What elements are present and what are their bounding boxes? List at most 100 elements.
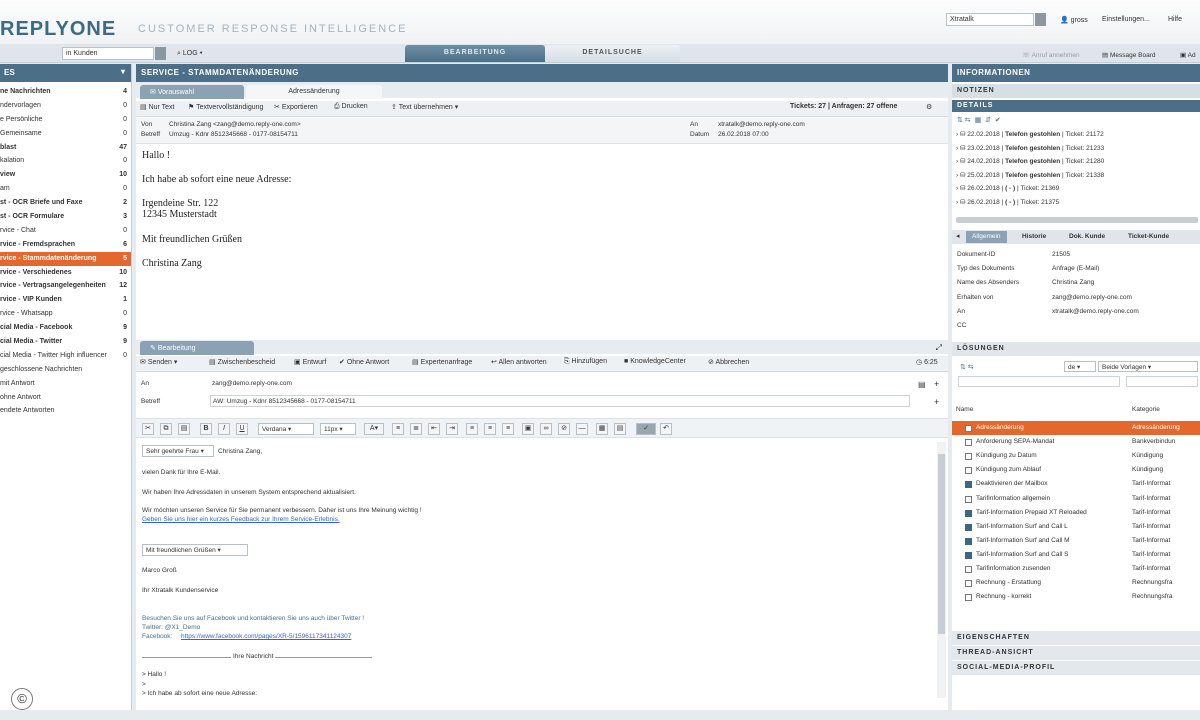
sidebar-item[interactable]: geschlossene Nachrichten bbox=[0, 363, 131, 377]
horizontal-scrollbar[interactable] bbox=[956, 217, 1198, 223]
take-text-button[interactable]: ⇪ Text übernehmen ▾ bbox=[391, 103, 458, 111]
sort-icon[interactable]: ⇵ bbox=[985, 117, 991, 124]
reply-to-field[interactable]: zang@demo.reply-one.com bbox=[210, 378, 910, 390]
indent-icon[interactable]: ⇥ bbox=[446, 423, 458, 435]
editor-scrollbar[interactable] bbox=[937, 442, 946, 698]
font-select[interactable]: Verdana ▾ bbox=[258, 423, 314, 435]
copy-icon[interactable]: ⧉ bbox=[160, 423, 172, 435]
solution-row[interactable]: Rechnung - korrekt Rechnungsfra bbox=[952, 590, 1200, 604]
sidebar-item[interactable]: st - OCR Briefe und Faxe 2 bbox=[0, 196, 131, 210]
sidebar-item[interactable]: mit Antwort bbox=[0, 377, 131, 391]
sidebar-item[interactable]: ne Nachrichten 4 bbox=[0, 85, 131, 99]
ticket-row[interactable]: › ⛁ 26.02.2018 | ( - ) | Ticket: 21369 bbox=[956, 184, 1059, 192]
print-button[interactable]: ⎙ Drucken bbox=[334, 103, 368, 111]
search-button[interactable] bbox=[1035, 13, 1046, 26]
solutions-filter-icon[interactable]: ⇅ ⇆ bbox=[960, 363, 974, 371]
insert-row-icon[interactable]: ▤ bbox=[614, 423, 626, 435]
sidebar-item[interactable]: blast 47 bbox=[0, 141, 131, 155]
size-select[interactable]: 11px ▾ bbox=[320, 423, 356, 435]
sidebar-item[interactable]: rvice - Chat 0 bbox=[0, 224, 131, 238]
solution-row[interactable]: Rechnung - Erstattung Rechnungsfra bbox=[952, 576, 1200, 590]
sidebar-item[interactable]: e Persönliche 0 bbox=[0, 113, 131, 127]
col-name[interactable]: Name bbox=[956, 406, 973, 413]
sidebar-item[interactable]: Gemeinsame 0 bbox=[0, 127, 131, 141]
sidebar-item[interactable]: endete Antworten bbox=[0, 404, 131, 418]
solution-row[interactable]: Deaktivieren der Mailbox Tarif-Informat bbox=[952, 477, 1200, 491]
calendar-icon[interactable]: ▦ bbox=[975, 117, 982, 124]
tab-vorauswahl[interactable]: ✉ Vorauswahl bbox=[140, 85, 244, 99]
sidebar-item[interactable]: am 0 bbox=[0, 182, 131, 196]
cut-icon[interactable]: ✂ bbox=[142, 423, 154, 435]
answer-call-link[interactable]: ☏ Anruf annehmen bbox=[1022, 51, 1080, 59]
solution-row[interactable]: Tarif-Information Surf and Call M Tarif-I… bbox=[952, 534, 1200, 548]
customer-search-input[interactable]: in Kunden bbox=[62, 47, 154, 60]
tab-adressaenderung[interactable]: Adressänderung bbox=[246, 85, 382, 99]
solution-row[interactable]: Tarifinformation zusenden Tarif-Informat bbox=[952, 562, 1200, 576]
sidebar-item[interactable]: view 10 bbox=[0, 168, 131, 182]
paste-icon[interactable]: ▤ bbox=[178, 423, 190, 435]
undo-icon[interactable]: ↶ bbox=[660, 423, 672, 435]
solution-row[interactable]: Tarif-Information Surf and Call L Tarif-I… bbox=[952, 520, 1200, 534]
help-link[interactable]: Hilfe bbox=[1168, 16, 1182, 23]
solution-row[interactable]: Kündigung zum Ablauf Kündigung bbox=[952, 463, 1200, 477]
knowledge-button[interactable]: ■ KnowledgeCenter bbox=[624, 358, 686, 365]
facebook-link[interactable]: https://www.facebook.com/pages/XR-5/1596… bbox=[181, 633, 351, 640]
settings-link[interactable]: Einstellungen... bbox=[1102, 16, 1150, 23]
align-right-icon[interactable]: ≡ bbox=[502, 423, 514, 435]
social-profile-section[interactable]: SOCIAL-MEDIA-PROFIL bbox=[952, 661, 1200, 675]
admin-link[interactable]: ▣ Ad bbox=[1180, 51, 1196, 59]
log-dropdown[interactable]: ⌕ LOG ▾ bbox=[177, 50, 203, 58]
chevron-down-icon[interactable]: ▾ bbox=[121, 67, 125, 76]
feedback-link[interactable]: Geben Sie uns hier ein kurzes Feedback z… bbox=[142, 516, 340, 523]
expert-button[interactable]: ▤ Expertenanfrage bbox=[412, 358, 472, 366]
sidebar-item[interactable]: rvice - Verschiedenes 10 bbox=[0, 266, 131, 280]
no-answer-button[interactable]: ✔ Ohne Antwort bbox=[339, 358, 389, 366]
sidebar-item[interactable]: cial Media - Twitter High influencer 0 bbox=[0, 349, 131, 363]
sidebar-item[interactable]: rvice - Stammdatenänderung 5 bbox=[0, 251, 131, 266]
hr-icon[interactable]: — bbox=[576, 423, 588, 435]
language-select[interactable]: de ▾ bbox=[1064, 361, 1096, 372]
tab-dok-kunde[interactable]: Dok. Kunde bbox=[1069, 233, 1105, 240]
subject-add-icon[interactable]: + bbox=[934, 397, 939, 407]
solution-row[interactable]: Anforderung SEPA-Mandat Bankverbindun bbox=[952, 435, 1200, 449]
name-filter-input[interactable] bbox=[958, 376, 1120, 387]
solution-row[interactable]: Tarif-Information Prepaid XT Reloaded Tar… bbox=[952, 506, 1200, 520]
text-color-icon[interactable]: A▾ bbox=[364, 423, 384, 435]
outdent-icon[interactable]: ⇤ bbox=[428, 423, 440, 435]
reply-all-button[interactable]: ↩ Allen antworten bbox=[491, 358, 547, 366]
bullet-list-icon[interactable]: ≣ bbox=[410, 423, 422, 435]
user-menu[interactable]: 👤 gross bbox=[1060, 16, 1088, 24]
text-complete-button[interactable]: ⚑ Textvervollständigung bbox=[188, 103, 263, 111]
ticket-row[interactable]: › ⛁ 24.02.2018 | Telefon gestohlen | Tic… bbox=[956, 157, 1104, 165]
tab-detailsuche[interactable]: DETAILSUCHE bbox=[545, 45, 680, 62]
align-left-icon[interactable]: ≡ bbox=[466, 423, 478, 435]
tab-bearbeitung-reply[interactable]: ✎ Bearbeitung bbox=[140, 341, 254, 355]
spellcheck-icon[interactable]: ✓ bbox=[636, 423, 656, 435]
sidebar-item[interactable]: rvice - Vertragsangelegenheiten 12 bbox=[0, 279, 131, 293]
attach-button[interactable]: ⎘ Hinzufügen bbox=[564, 358, 607, 366]
sidebar-item[interactable]: rvice - Whatsapp 0 bbox=[0, 307, 131, 321]
check-icon[interactable]: ✔ bbox=[995, 117, 1001, 124]
sidebar-item[interactable]: cial Media - Facebook 9 bbox=[0, 321, 131, 335]
solutions-section[interactable]: LÖSUNGEN bbox=[952, 342, 1200, 356]
solution-row[interactable]: Tarifinformation allgemein Tarif-Informat bbox=[952, 492, 1200, 506]
bold-icon[interactable]: B bbox=[200, 423, 212, 435]
tab-left-arrow[interactable]: ◂ bbox=[956, 232, 960, 240]
reply-subject-field[interactable]: AW: Umzug - Kdnr 8512345668 - 0177-08154… bbox=[210, 395, 910, 407]
sidebar-item[interactable]: st - OCR Formulare 3 bbox=[0, 210, 131, 224]
plain-text-button[interactable]: ▤ Nur Text bbox=[140, 103, 175, 111]
interim-button[interactable]: ▤ Zwischenbescheid bbox=[209, 358, 275, 366]
sidebar-item[interactable]: ndervorlagen 0 bbox=[0, 99, 131, 113]
tab-historie[interactable]: Historie bbox=[1022, 233, 1046, 240]
template-select[interactable]: Beide Vorlagen ▾ bbox=[1098, 361, 1198, 372]
image-icon[interactable]: ▣ bbox=[522, 423, 534, 435]
thread-section[interactable]: THREAD-ANSICHT bbox=[952, 646, 1200, 660]
ticket-row[interactable]: › ⛁ 25.02.2018 | Telefon gestohlen | Tic… bbox=[956, 171, 1104, 179]
address-book-icon[interactable]: ▤ bbox=[918, 380, 926, 389]
italic-icon[interactable]: I bbox=[218, 423, 230, 435]
unlink-icon[interactable]: ⊘ bbox=[558, 423, 570, 435]
closing-select[interactable]: Mit freundlichen Grüßen ▾ bbox=[142, 544, 248, 556]
underline-icon[interactable]: U bbox=[236, 423, 248, 435]
category-filter-input[interactable] bbox=[1126, 376, 1198, 387]
notes-section[interactable]: NOTIZEN bbox=[952, 84, 1200, 98]
